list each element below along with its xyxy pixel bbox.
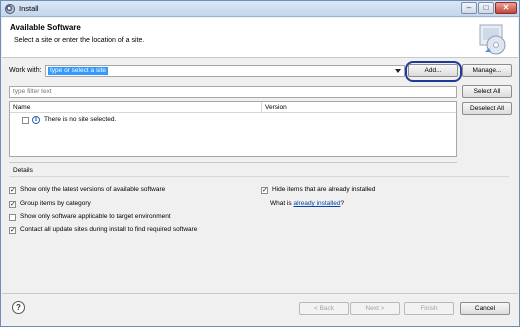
- work-with-combo[interactable]: type or select a site: [45, 65, 405, 77]
- column-header-name[interactable]: Name: [10, 102, 262, 113]
- install-dialog: Install – □ ✕ Available Software Select …: [0, 0, 520, 327]
- filter-input[interactable]: type filter text: [9, 86, 457, 98]
- row-name: There is no site selected.: [44, 116, 117, 123]
- option-target-environment-checkbox[interactable]: [9, 214, 16, 221]
- what-is-suffix: ?: [340, 200, 345, 207]
- divider: [9, 176, 509, 177]
- add-site-button[interactable]: Add...: [408, 64, 458, 77]
- info-icon: i: [32, 116, 40, 124]
- manage-sites-button[interactable]: Manage...: [462, 64, 512, 77]
- maximize-button[interactable]: □: [478, 2, 494, 14]
- option-label: Contact all update sites during install …: [20, 226, 198, 233]
- wizard-header: Available Software Select a site or ente…: [2, 18, 518, 58]
- option-latest-versions-checkbox[interactable]: [9, 186, 16, 194]
- page-title: Available Software: [10, 23, 81, 32]
- details-label: Details: [13, 167, 33, 174]
- already-installed-link[interactable]: already installed: [293, 200, 340, 207]
- minimize-button[interactable]: –: [461, 2, 477, 14]
- chevron-down-icon[interactable]: [395, 69, 401, 73]
- finish-button[interactable]: Finish: [404, 302, 454, 315]
- what-is-prefix: What is: [270, 200, 292, 207]
- option-label: Show only the latest versions of availab…: [20, 186, 166, 193]
- help-icon[interactable]: ?: [12, 301, 25, 314]
- filter-placeholder: type filter text: [13, 88, 52, 95]
- close-button[interactable]: ✕: [495, 2, 517, 14]
- work-with-label: Work with:: [9, 67, 42, 74]
- back-button[interactable]: < Back: [299, 302, 349, 315]
- title-bar: Install – □ ✕: [1, 1, 519, 17]
- option-label: Show only software applicable to target …: [20, 213, 171, 220]
- work-with-combo-text[interactable]: type or select a site: [48, 67, 108, 75]
- option-hide-installed-checkbox[interactable]: [261, 186, 268, 194]
- option-label: Hide items that are already installed: [272, 186, 376, 193]
- option-label: Group items by category: [20, 200, 91, 207]
- next-button[interactable]: Next >: [350, 302, 400, 315]
- option-group-by-category-checkbox[interactable]: [9, 200, 16, 208]
- software-table: Name Version i There is no site selected…: [9, 101, 457, 157]
- row-checkbox[interactable]: [22, 117, 29, 124]
- cancel-button[interactable]: Cancel: [460, 302, 510, 315]
- deselect-all-button[interactable]: Deselect All: [462, 102, 512, 115]
- window-title: Install: [19, 4, 39, 13]
- what-is-installed-text: What is already installed?: [270, 200, 344, 207]
- footer-divider: [2, 293, 518, 294]
- select-all-button[interactable]: Select All: [462, 85, 512, 98]
- eclipse-app-icon: [5, 4, 15, 14]
- install-wizard-icon: [479, 24, 506, 55]
- option-contact-update-sites-checkbox[interactable]: [9, 226, 16, 234]
- page-subtitle: Select a site or enter the location of a…: [14, 37, 145, 44]
- column-header-version[interactable]: Version: [262, 102, 456, 113]
